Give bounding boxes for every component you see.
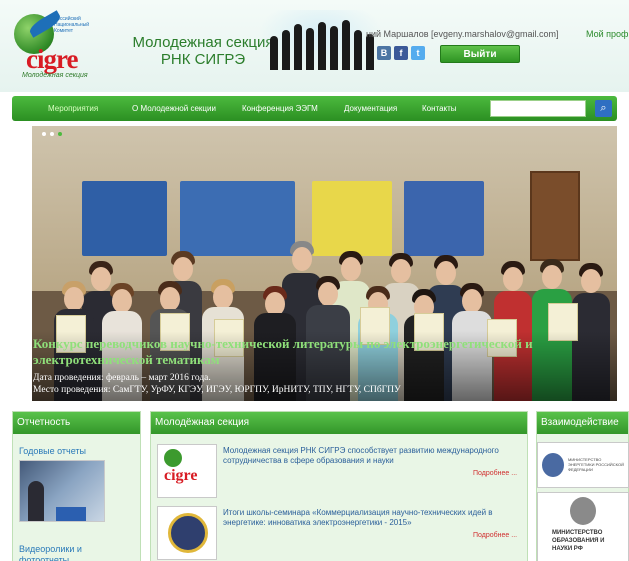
thumbnail-logo-text: cigre	[164, 467, 198, 484]
partners-panel-title: Взаимодействие	[541, 417, 619, 428]
reports-panel: Отчетность Годовые отчеты Видеоролики и …	[12, 411, 141, 561]
twitter-icon[interactable]: t	[411, 46, 425, 60]
slider-dot[interactable]	[42, 132, 46, 136]
nav-item-contacts[interactable]: Контакты	[422, 104, 457, 113]
slide-date: Дата проведения: февраль – март 2016 год…	[33, 373, 211, 383]
nav-item-conference[interactable]: Конференция ЭЭГМ	[242, 104, 318, 113]
reports-panel-title: Отчетность	[17, 417, 71, 428]
cigre-logo[interactable]: Российский Национальный Комитет cigre Мо…	[10, 10, 105, 80]
header-people-illustration	[258, 10, 383, 70]
nav-item-events[interactable]: Мероприятия	[48, 104, 98, 113]
slider-dot-active[interactable]	[58, 132, 62, 136]
search-icon[interactable]: ⌕	[595, 100, 612, 117]
read-more-link-2[interactable]: Подробнее ...	[473, 532, 517, 539]
my-profile-link[interactable]: Мой профи	[586, 29, 629, 39]
videos-photos-link[interactable]: Видеоролики и фотоотчеты	[19, 544, 129, 561]
annual-report-thumbnail[interactable]	[19, 460, 105, 522]
partners-panel: Взаимодействие МИНИСТЕРСТВО ЭНЕРГЕТИКИ Р…	[536, 411, 629, 561]
annual-reports-link[interactable]: Годовые отчеты	[19, 446, 86, 456]
ministry-energy-logo[interactable]: МИНИСТЕРСТВО ЭНЕРГЕТИКИ РОССИЙСКОЙ ФЕДЕР…	[537, 442, 629, 488]
facebook-icon[interactable]: f	[394, 46, 408, 60]
news-text-2[interactable]: Итоги школы-семинара «Коммерциализация н…	[223, 508, 513, 528]
slide-place: Место проведения: СамГТУ, УрФУ, КГЭУ, ИГ…	[33, 385, 401, 395]
youth-panel-title: Молодёжная секция	[155, 417, 250, 428]
social-links: В f t	[377, 46, 425, 60]
search-input[interactable]	[490, 100, 586, 117]
logout-button[interactable]: Выйти	[440, 45, 520, 63]
eagle-emblem-icon-2	[570, 497, 596, 525]
main-nav: Мероприятия О Молодежной секции Конферен…	[12, 96, 617, 121]
slider-pagination[interactable]	[42, 132, 62, 136]
nav-item-documents[interactable]: Документация	[344, 104, 397, 113]
user-info: ний Маршалов [evgeny.marshalov@gmail.com…	[366, 29, 559, 39]
news-thumbnail-1[interactable]: cigre	[157, 444, 217, 498]
hero-slider[interactable]: Конкурс переводчиков научно-технической …	[32, 126, 617, 401]
vk-icon[interactable]: В	[377, 46, 391, 60]
site-header: Российский Национальный Комитет cigre Мо…	[0, 0, 629, 92]
logo-brand-text: cigre	[26, 44, 78, 74]
slider-dot[interactable]	[50, 132, 54, 136]
ministry-education-logo[interactable]: МИНИСТЕРСТВО ОБРАЗОВАНИЯ И НАУКИ РФ	[537, 492, 629, 561]
nav-item-about[interactable]: О Молодежной секции	[132, 104, 216, 113]
logo-committee-text: Российский Национальный Комитет	[54, 16, 90, 34]
slide-title[interactable]: Конкурс переводчиков научно-технической …	[33, 336, 613, 368]
youth-section-panel: Молодёжная секция cigre Молодежная секци…	[150, 411, 528, 561]
news-thumbnail-2[interactable]	[157, 506, 217, 560]
eagle-emblem-icon	[542, 453, 564, 477]
news-text-1[interactable]: Молодежная секция РНК СИГРЭ способствует…	[223, 446, 513, 466]
read-more-link-1[interactable]: Подробнее ...	[473, 470, 517, 477]
logo-subtitle: Молодежная секция	[22, 72, 88, 79]
